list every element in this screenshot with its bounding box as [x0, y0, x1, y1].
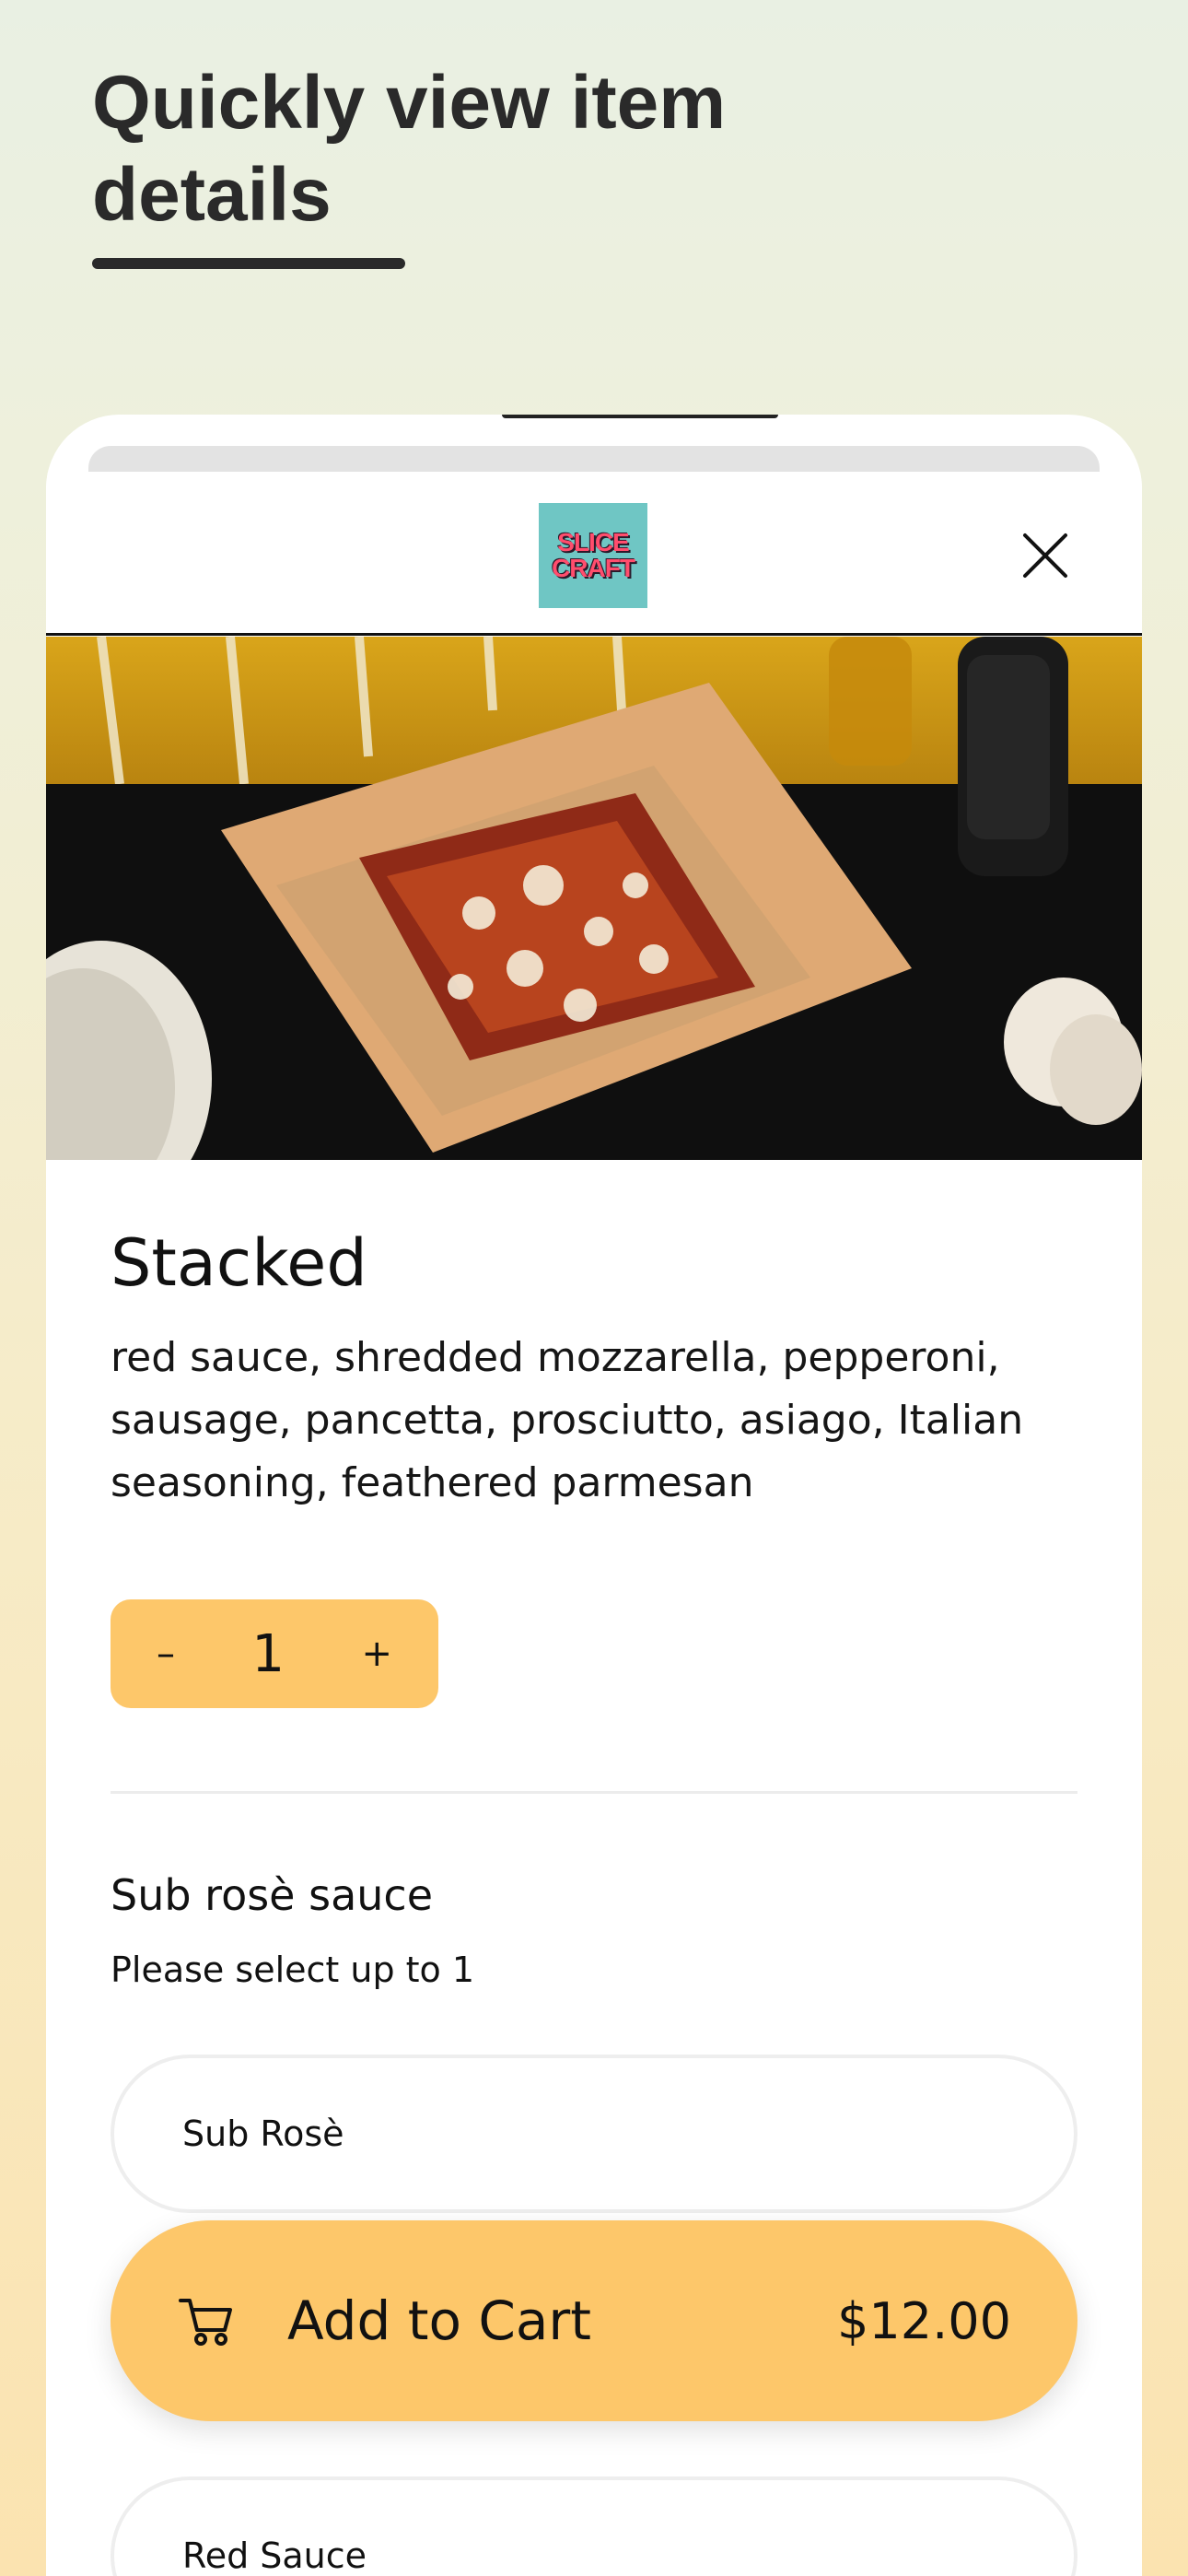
- item-photo: [46, 637, 1142, 1160]
- brand-logo: SLICE CRAFT: [539, 503, 647, 608]
- section-divider: [111, 1791, 1077, 1794]
- cart-price: $12.00: [837, 2291, 1011, 2350]
- logo-line-1: SLICE: [557, 528, 629, 556]
- add-to-cart-button[interactable]: Add to Cart $12.00: [111, 2220, 1077, 2421]
- option-label: Red Sauce: [182, 2535, 367, 2576]
- item-description: red sauce, shredded mozzarella, pepperon…: [111, 1334, 1024, 1506]
- modifier-group-subtitle: Please select up to 1: [111, 1950, 475, 1990]
- phone-notch: [502, 415, 778, 418]
- increment-button[interactable]: +: [361, 1633, 392, 1675]
- logo-line-2: CRAFT: [552, 554, 635, 582]
- option-label: Sub Rosè: [182, 2113, 344, 2154]
- headline-underline: [92, 258, 405, 269]
- quantity-stepper: – 1 +: [111, 1599, 438, 1708]
- close-icon: [1023, 533, 1067, 578]
- option-sub-rose[interactable]: Sub Rosè: [111, 2055, 1077, 2213]
- option-red-sauce[interactable]: Red Sauce: [111, 2476, 1077, 2576]
- page-headline: Quickly view item details: [92, 61, 727, 237]
- phone-frame: SLICE CRAFT Stacked red sauce, shredded …: [46, 415, 1142, 2576]
- item-title: Stacked: [111, 1225, 367, 1301]
- add-to-cart-label: Add to Cart: [287, 2289, 592, 2352]
- modal-header: SLICE CRAFT: [46, 472, 1142, 636]
- modifier-group-title: Sub rosè sauce: [111, 1870, 434, 1920]
- close-button[interactable]: [1013, 523, 1077, 588]
- cart-icon: [179, 2299, 232, 2346]
- decrement-button[interactable]: –: [157, 1633, 175, 1675]
- quantity-value: 1: [251, 1623, 285, 1684]
